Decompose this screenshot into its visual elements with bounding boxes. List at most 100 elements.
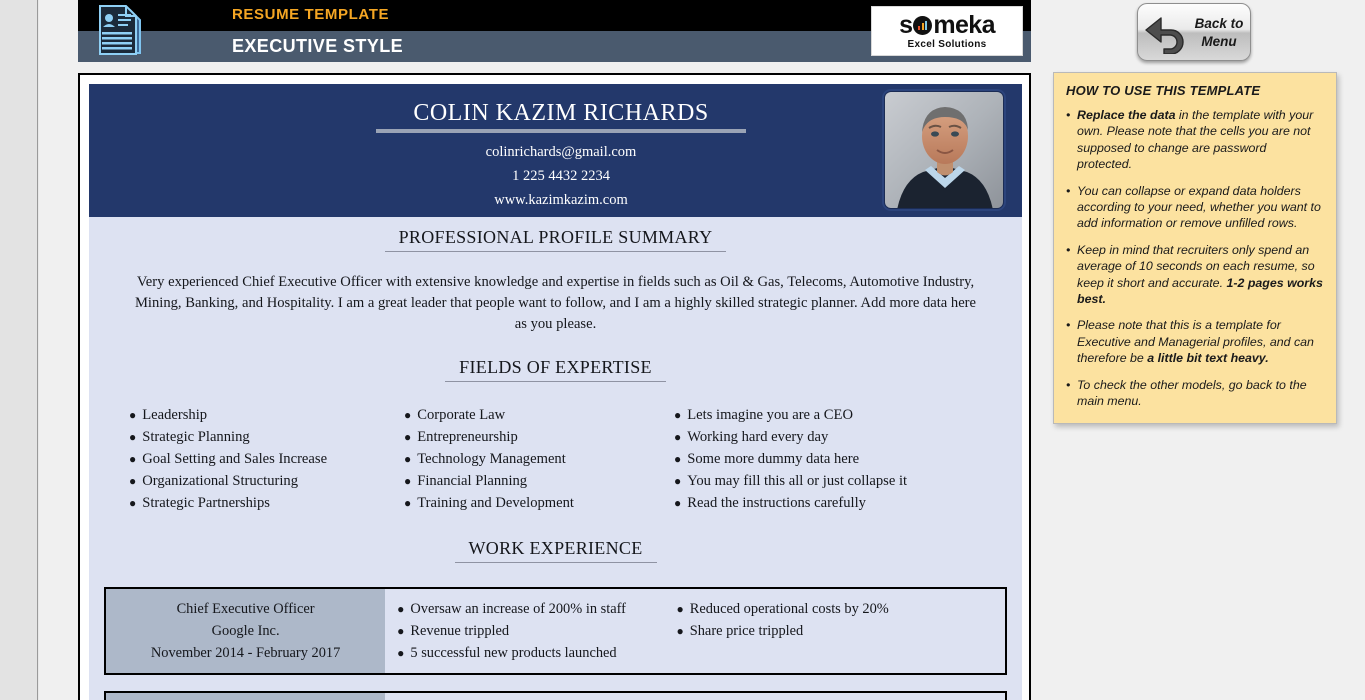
work-entry-dates: November 2014 - February 2017: [150, 645, 341, 661]
expertise-item: ● Technology Management: [404, 448, 674, 470]
expertise-item-label: You may fill this all or just collapse i…: [687, 473, 908, 489]
work-achievements-col-2: ●Reduced operational costs by 20%●Share …: [664, 693, 1005, 700]
expertise-column-1: ● Leadership ● Strategic Planning ● Goal Sett…: [99, 404, 394, 514]
expertise-item-label: Lets imagine you are a CEO: [687, 407, 853, 423]
how-to-use-item: • Keep in mind that recruiters only spend…: [1066, 242, 1324, 308]
back-arrow-icon: [1145, 17, 1184, 54]
expertise-item-label: Training and Development: [417, 495, 574, 511]
how-to-use-item: • Replace the data in the template with y…: [1066, 107, 1324, 173]
resume-header: COLIN KAZIM RICHARDS colinrichards@gmail…: [89, 84, 1022, 217]
how-to-use-panel: HOW TO USE THIS TEMPLATE • Replace the da…: [1053, 72, 1337, 424]
expertise-item: ● Financial Planning: [404, 470, 674, 492]
bullet-dot-icon: ●: [674, 452, 682, 466]
work-achievements-col-2: ● Reduced operational costs by 20% ●Share …: [664, 589, 1005, 673]
bullet-dot-icon: •: [1066, 183, 1071, 198]
summary-text: Very experienced Chief Executive Officer…: [134, 274, 977, 332]
expertise-item: ● Leadership: [129, 404, 394, 426]
bullet-dot-icon: ●: [129, 474, 137, 488]
how-to-use-emphasis: a little bit text heavy.: [1147, 351, 1269, 366]
expertise-heading-text: FIELDS OF EXPERTISE: [445, 357, 666, 382]
bullet-dot-icon: ●: [674, 474, 682, 488]
bullet-dot-icon: ●: [404, 408, 412, 422]
work-achievement: ● Oversaw an increase of 200% in staff: [397, 598, 658, 620]
logo-chart-o-icon: [913, 15, 933, 35]
banner-title: RESUME TEMPLATE: [232, 6, 390, 23]
bullet-dot-icon: ●: [129, 452, 137, 466]
expertise-item: ● Strategic Planning: [129, 426, 394, 448]
expertise-item-label: Strategic Partnerships: [142, 495, 270, 511]
back-label-line1: Back to: [1194, 16, 1244, 31]
expertise-item-label: Read the instructions carefully: [687, 495, 866, 511]
resume-canvas: COLIN KAZIM RICHARDS colinrichards@gmail…: [89, 84, 1022, 700]
how-to-use-item-text: You can collapse or expand data holders …: [1077, 183, 1321, 231]
work-achievements-col-1: ● Oversaw an increase of 200% in staff ● Re…: [385, 589, 664, 673]
work-achievement: ● 5 successful new products launched: [397, 642, 658, 664]
expertise-item-label: Strategic Planning: [142, 429, 250, 445]
work-entry-meta: Chief Executive Officer Google Inc. Novemb…: [106, 589, 386, 673]
someka-logo: s meka Excel Solutions: [871, 6, 1023, 56]
bullet-dot-icon: ●: [129, 430, 137, 444]
template-banner: RESUME TEMPLATE EXECUTIVE STYLE s meka E…: [78, 0, 1031, 62]
work-achievement-label: Revenue trippled: [410, 623, 510, 639]
expertise-item-label: Technology Management: [417, 451, 566, 467]
app-root: RESUME TEMPLATE EXECUTIVE STYLE s meka E…: [0, 0, 1365, 700]
expertise-item-label: Working hard every day: [687, 429, 829, 445]
expertise-item: ● Organizational Structuring: [129, 470, 394, 492]
expertise-columns: ● Leadership ● Strategic Planning ● Goal Sett…: [99, 404, 1012, 514]
bullet-dot-icon: ●: [676, 602, 684, 616]
work-achievement-label: 5 successful new products launched: [410, 645, 617, 661]
expertise-item: ● Some more dummy data here: [674, 448, 984, 470]
contact-phone: 1 225 4432 2234: [512, 168, 610, 184]
how-to-use-item-text: To check the other models, go back to th…: [1077, 377, 1307, 409]
expertise-column-3: ● Lets imagine you are a CEO ● Working hard…: [674, 404, 984, 514]
contact-email[interactable]: colinrichards@gmail.com: [376, 140, 746, 164]
bullet-dot-icon: •: [1066, 242, 1071, 257]
bullet-dot-icon: ●: [404, 430, 412, 444]
expertise-item-label: Some more dummy data here: [687, 451, 860, 467]
bullet-dot-icon: ●: [129, 408, 137, 422]
logo-wordmark: s meka: [899, 10, 995, 39]
profile-photo: [884, 91, 1004, 209]
work-achievement-label: Share price trippled: [689, 623, 804, 639]
expertise-item: ● Goal Setting and Sales Increase: [129, 448, 394, 470]
back-to-menu-button[interactable]: Back to Menu: [1137, 3, 1251, 61]
section-heading-summary: PROFESSIONAL PROFILE SUMMARY: [89, 227, 1022, 256]
how-to-use-title: HOW TO USE THIS TEMPLATE: [1066, 83, 1261, 98]
logo-text-meka: meka: [933, 10, 995, 39]
resume-document-icon: [99, 5, 141, 55]
name-underline: [376, 129, 746, 133]
how-to-use-emphasis: 1-2 pages works best.: [1077, 275, 1323, 307]
logo-tagline: Excel Solutions: [907, 38, 987, 50]
bullet-dot-icon: ●: [129, 496, 137, 510]
bullet-dot-icon: ●: [674, 430, 682, 444]
expertise-item-label: Organizational Structuring: [142, 473, 299, 489]
banner-subtitle: EXECUTIVE STYLE: [232, 36, 404, 56]
bullet-dot-icon: •: [1066, 377, 1071, 392]
bullet-dot-icon: ●: [674, 496, 682, 510]
how-to-use-item: • You can collapse or expand data holders…: [1066, 183, 1324, 232]
bullet-dot-icon: •: [1066, 318, 1071, 333]
how-to-use-item: • Please note that this is a template for…: [1066, 317, 1324, 366]
left-margin: [39, 0, 78, 700]
left-gutter: [0, 0, 38, 700]
contact-website[interactable]: www.kazimkazim.com: [376, 188, 746, 212]
work-experience-entry: Chief Executive Officer Google Inc. Novemb…: [104, 587, 1007, 675]
bullet-dot-icon: •: [1066, 108, 1071, 122]
back-label-line2: Menu: [1201, 34, 1237, 49]
work-entry-title: Chief Executive Officer: [176, 601, 315, 617]
work-heading-text: WORK EXPERIENCE: [454, 538, 657, 563]
how-to-use-item-text: Replace the data in the template with yo…: [1077, 108, 1314, 172]
how-to-use-item: • To check the other models, go back to t…: [1066, 377, 1324, 410]
bullet-dot-icon: ●: [404, 496, 412, 510]
work-achievement-label: Reduced operational costs by 20%: [689, 601, 889, 617]
section-heading-work: WORK EXPERIENCE: [89, 538, 1022, 567]
work-achievement: ● Reduced operational costs by 20%: [676, 598, 999, 620]
bullet-dot-icon: ●: [397, 646, 405, 660]
back-to-menu-label: Back to Menu: [1190, 15, 1248, 51]
bullet-dot-icon: ●: [674, 408, 682, 422]
expertise-item: ● You may fill this all or just collapse …: [674, 470, 984, 492]
work-achievement: ● Share price trippled: [676, 620, 999, 642]
resume-body: PROFESSIONAL PROFILE SUMMARY Very experi…: [89, 217, 1022, 700]
how-to-use-items: • Replace the data in the template with y…: [1066, 107, 1324, 410]
expertise-item-label: Financial Planning: [417, 473, 528, 489]
